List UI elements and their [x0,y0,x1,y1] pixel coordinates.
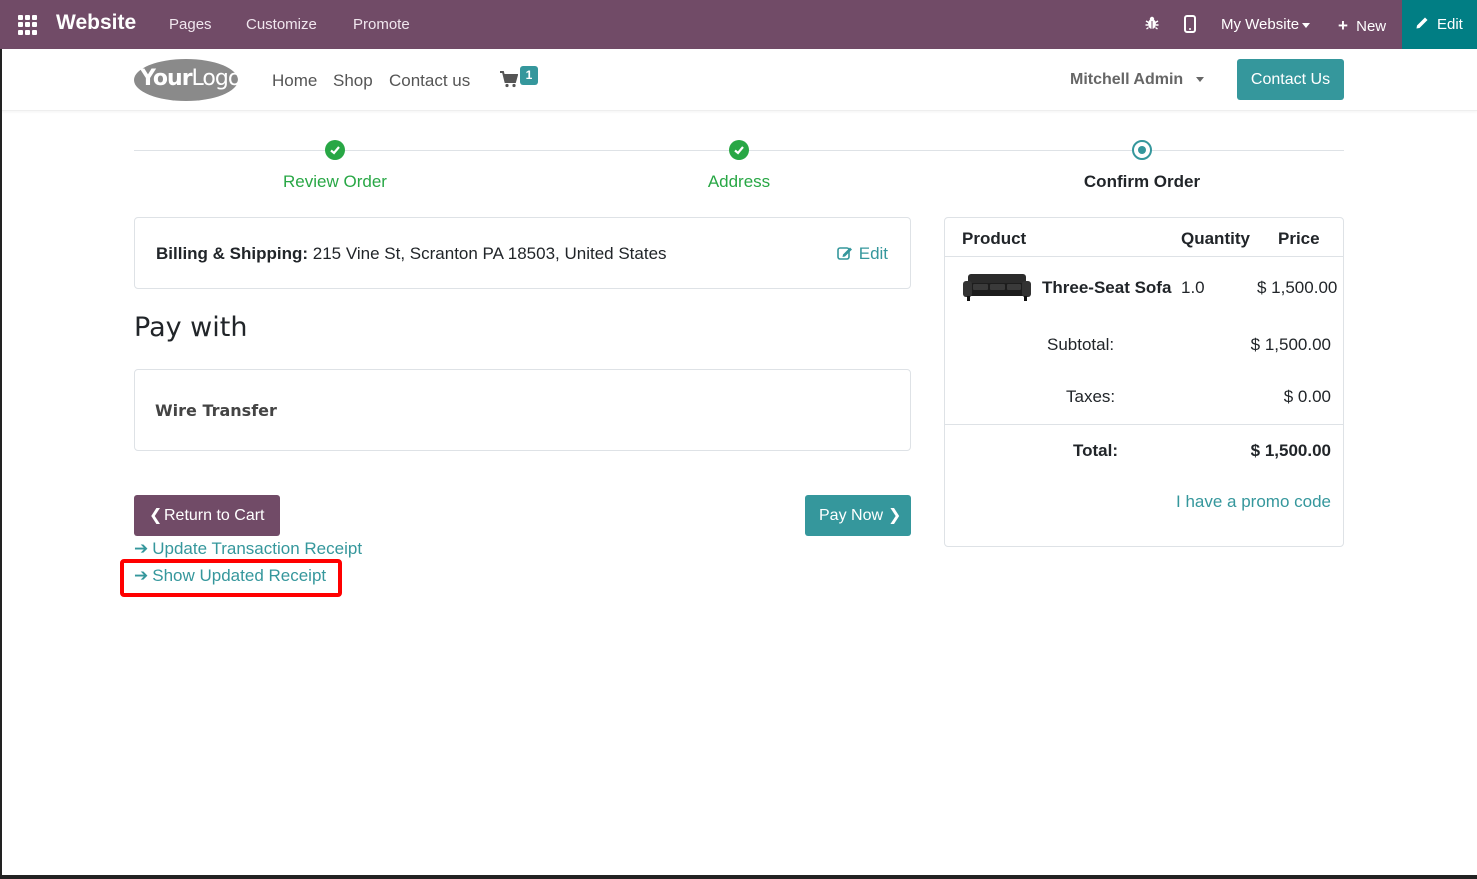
edit-address-link[interactable]: Edit [837,244,888,264]
pay-with-heading: Pay with [134,312,248,343]
edit-label: Edit [1437,16,1463,33]
col-quantity: Quantity [1181,229,1250,248]
cart-count-badge: 1 [520,66,538,85]
site-logo[interactable]: YourLogo [134,59,241,101]
user-name: Mitchell Admin [1070,71,1184,88]
taxes-label: Taxes: [1066,387,1116,406]
step-address[interactable]: Address [639,172,839,192]
taxes-value: $ 0.00 [1283,387,1331,406]
total-value: $ 1,500.00 [1250,441,1331,460]
edit-label: Edit [858,244,889,263]
window-left-edge [0,49,2,879]
arrow-right-icon: ➔ [134,539,149,558]
sofa-thumbnail[interactable] [963,270,1031,304]
nav-home[interactable]: Home [272,71,317,91]
plus-icon: + [1338,16,1348,35]
chevron-right-icon: ❯ [888,507,902,524]
user-menu[interactable]: Mitchell Admin [1070,71,1204,89]
new-label: New [1356,18,1387,35]
step-confirm-order: Confirm Order [1083,172,1201,191]
caret-down-icon [1302,22,1311,28]
my-website-label: My Website [1221,16,1300,33]
window-bottom-edge [0,875,1477,879]
product-quantity: 1.0 [1181,278,1205,297]
return-to-cart-label: Return to Cart [164,507,265,524]
col-price: Price [1278,229,1320,248]
billing-address: 215 Vine St, Scranton PA 18503, United S… [308,244,667,263]
new-button[interactable]: + New [1338,16,1386,36]
caret-down-icon [1195,77,1204,83]
menu-promote[interactable]: Promote [353,16,410,33]
update-transaction-receipt-link[interactable]: ➔ Update Transaction Receipt [134,539,362,559]
header-divider [945,256,1343,257]
pay-now-button[interactable]: Pay Now ❯ [805,495,911,536]
menu-customize[interactable]: Customize [246,16,317,33]
mobile-preview-icon[interactable] [1184,15,1196,37]
wire-transfer-label: Wire Transfer [155,401,277,420]
admin-topbar: Website Pages Customize Promote My Websi… [0,0,1477,49]
apps-grid-icon[interactable] [18,15,38,35]
step-review-order[interactable]: Review Order [235,172,435,192]
product-price: $ 1,500.00 [1257,278,1338,297]
debug-bug-icon[interactable] [1144,15,1160,35]
chevron-left-icon: ❮ [149,507,163,524]
my-website-dropdown[interactable]: My Website [1221,16,1311,33]
order-summary-card: Product Quantity Price Three-Seat Sofa 1… [944,217,1344,547]
step-review-check-icon [325,140,345,160]
total-label: Total: [1073,441,1119,460]
product-name-link[interactable]: Three-Seat Sofa [1042,278,1171,298]
pencil-icon [1415,15,1430,34]
billing-label: Billing & Shipping: [156,244,309,263]
subtotal-label: Subtotal: [1047,335,1115,354]
billing-shipping-card: Billing & Shipping: 215 Vine St, Scranto… [134,217,911,289]
site-header: YourLogo Home Shop Contact us 1 Mitchell… [0,49,1477,111]
payment-option-wire-transfer[interactable]: Wire Transfer [134,369,911,451]
col-product: Product [962,229,1027,248]
subtotal-value: $ 1,500.00 [1250,335,1331,354]
contact-us-button[interactable]: Contact Us [1237,59,1344,100]
nav-contact-us[interactable]: Contact us [389,71,470,91]
promo-code-link[interactable]: I have a promo code [1176,492,1331,512]
update-receipt-label: Update Transaction Receipt [152,539,363,558]
billing-text: Billing & Shipping: 215 Vine St, Scranto… [156,244,667,264]
edit-square-icon [837,247,852,260]
step-confirm-current-icon [1132,140,1152,160]
total-divider [945,424,1343,425]
nav-shop[interactable]: Shop [333,71,373,91]
menu-pages[interactable]: Pages [169,16,212,33]
pay-now-label: Pay Now [819,507,884,524]
cart-icon[interactable] [500,71,519,93]
edit-button[interactable]: Edit [1402,0,1477,49]
return-to-cart-button[interactable]: ❮ Return to Cart [134,495,280,536]
highlight-box [120,559,342,597]
step-address-check-icon [729,140,749,160]
app-title: Website [56,11,137,34]
